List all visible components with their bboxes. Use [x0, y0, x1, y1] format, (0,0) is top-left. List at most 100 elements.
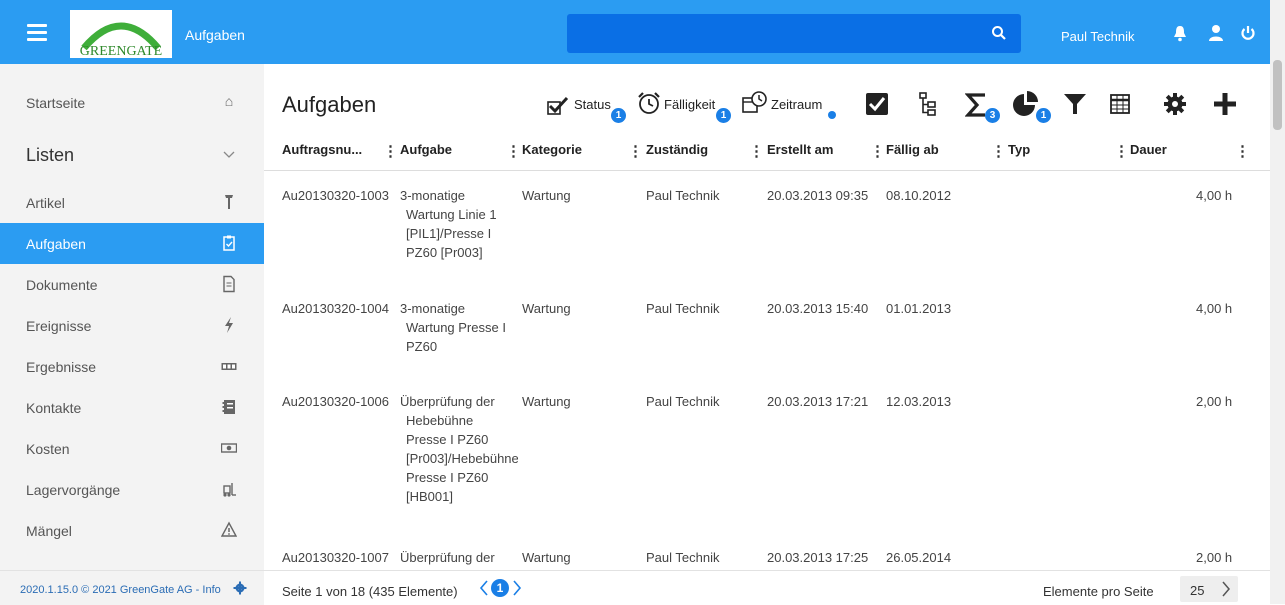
sidebar-item-kosten[interactable]: Kosten: [0, 428, 264, 469]
column-menu-icon[interactable]: ⋮: [506, 142, 521, 160]
app-title: Aufgaben: [185, 27, 245, 43]
cell-aufgabe-line: PZ60 [Pr003]: [406, 245, 483, 260]
column-menu-icon[interactable]: ⋮: [749, 142, 764, 160]
cell-erstellt-am: 20.03.2013 09:35: [767, 188, 869, 203]
column-header-dauer[interactable]: Dauer: [1130, 142, 1167, 157]
power-icon[interactable]: [1240, 24, 1256, 42]
add-plus-icon[interactable]: [1213, 92, 1237, 116]
table-row[interactable]: Au20130320-1006 Überprüfung der Hebebühn…: [264, 390, 1270, 520]
cell-aufgabe: Überprüfung der Hebebühne Presse I PZ60 …: [400, 392, 518, 506]
sidebar-item-artikel[interactable]: Artikel: [0, 182, 264, 223]
cell-erstellt-am: 20.03.2013 15:40: [767, 301, 869, 316]
cell-zustaendig: Paul Technik: [646, 188, 720, 203]
cell-auftragsnummer: Au20130320-1006: [282, 394, 389, 409]
status-checkmark-icon[interactable]: [546, 94, 572, 116]
column-menu-icon[interactable]: ⋮: [1114, 142, 1129, 160]
greengate-logo[interactable]: GREENGATE: [70, 10, 172, 58]
status-badge: 1: [611, 108, 626, 123]
vertical-scrollbar[interactable]: [1270, 0, 1285, 604]
cell-aufgabe-line: Überprüfung der: [400, 394, 495, 409]
per-page-select[interactable]: 25: [1180, 576, 1238, 602]
hierarchy-tree-icon[interactable]: [918, 91, 938, 117]
chart-badge: 1: [1036, 108, 1051, 123]
top-bar: GREENGATE Aufgaben Paul Technik: [0, 0, 1270, 64]
column-header-faellig-ab[interactable]: Fällig ab: [886, 142, 939, 157]
sidebar-item-lagervorgaenge[interactable]: Lagervorgänge: [0, 469, 264, 510]
sidebar-item-label: Artikel: [26, 195, 65, 211]
current-page-button[interactable]: 1: [491, 579, 509, 597]
table-row[interactable]: Au20130320-1003 3-monatige Wartung Linie…: [264, 184, 1270, 274]
column-header-typ[interactable]: Typ: [1008, 142, 1030, 157]
search-input[interactable]: [567, 14, 1021, 53]
cell-aufgabe-line: Wartung Linie 1: [406, 207, 497, 222]
column-header-erstellt-am[interactable]: Erstellt am: [767, 142, 833, 157]
prev-page-icon[interactable]: [478, 579, 490, 597]
sidebar-item-label: Mängel: [26, 523, 72, 539]
hamburger-menu-icon[interactable]: [27, 24, 47, 41]
cell-kategorie: Wartung: [522, 301, 571, 316]
check-square-icon[interactable]: [865, 92, 889, 116]
cell-zustaendig: Paul Technik: [646, 301, 720, 316]
column-header-auftragsnummer[interactable]: Auftragsnu...: [282, 142, 362, 157]
gear-icon[interactable]: [233, 581, 247, 595]
calendar-clock-icon[interactable]: [741, 90, 769, 116]
sidebar-item-ereignisse[interactable]: Ereignisse: [0, 305, 264, 346]
zeitraum-filter-button[interactable]: Zeitraum: [771, 97, 822, 112]
scrollbar-thumb[interactable]: [1273, 60, 1282, 130]
column-header-kategorie[interactable]: Kategorie: [522, 142, 582, 157]
page-title: Aufgaben: [282, 92, 377, 117]
column-header-zustaendig[interactable]: Zuständig: [646, 142, 708, 157]
cell-dauer: 2,00 h: [1196, 394, 1233, 409]
next-page-icon[interactable]: [511, 579, 523, 597]
bell-icon[interactable]: [1172, 24, 1188, 42]
cell-aufgabe-line: 3-monatige: [400, 301, 466, 316]
version-info-link[interactable]: 2020.1.15.0 © 2021 GreenGate AG - Info: [20, 584, 221, 596]
sidebar-item-kontakte[interactable]: Kontakte: [0, 387, 264, 428]
chevron-right-icon[interactable]: [1220, 579, 1232, 599]
status-filter-button[interactable]: Status: [574, 97, 611, 112]
column-menu-icon[interactable]: ⋮: [870, 142, 885, 160]
sum-badge: 3: [985, 108, 1000, 123]
sidebar-item-dokumente[interactable]: Dokumente: [0, 264, 264, 305]
sidebar-item-maengel[interactable]: Mängel: [0, 510, 264, 551]
cell-aufgabe: 3-monatige Wartung Presse I PZ60: [400, 299, 518, 356]
lightning-icon: [225, 317, 233, 333]
column-menu-icon[interactable]: ⋮: [1235, 142, 1250, 160]
column-header-aufgabe[interactable]: Aufgabe: [400, 142, 452, 157]
table-row[interactable]: Au20130320-1004 3-monatige Wartung Press…: [264, 297, 1270, 367]
filter-funnel-icon[interactable]: [1063, 92, 1087, 116]
sidebar: Startseite ⌂ Listen Artikel Aufgaben Dok…: [0, 64, 264, 570]
alarm-clock-icon[interactable]: [636, 90, 662, 116]
cell-kategorie: Wartung: [522, 188, 571, 203]
cell-faellig-ab: 12.03.2013: [886, 394, 952, 409]
column-menu-icon[interactable]: ⋮: [991, 142, 1006, 160]
user-icon[interactable]: [1208, 24, 1224, 42]
search-icon[interactable]: [991, 25, 1007, 41]
column-menu-icon[interactable]: ⋮: [383, 142, 398, 160]
sidebar-item-label: Dokumente: [26, 277, 98, 293]
cell-aufgabe-line: [HB001]: [406, 489, 453, 504]
sidebar-item-ergebnisse[interactable]: Ergebnisse: [0, 346, 264, 387]
address-book-icon: [222, 400, 235, 414]
sidebar-item-label: Listen: [26, 145, 75, 165]
per-page-label: Elemente pro Seite: [1043, 584, 1154, 599]
settings-gear-icon[interactable]: [1163, 92, 1187, 116]
table-row[interactable]: Au20130320-1007 Überprüfung der Wartung …: [264, 546, 1270, 570]
cell-auftragsnummer: Au20130320-1007: [282, 550, 389, 565]
table-columns-icon[interactable]: [1110, 94, 1130, 114]
cell-dauer: 4,00 h: [1196, 301, 1233, 316]
sidebar-item-aufgaben[interactable]: Aufgaben: [0, 223, 264, 264]
sidebar-item-label: Ergebnisse: [26, 359, 97, 375]
sidebar-item-startseite[interactable]: Startseite ⌂: [0, 82, 264, 123]
cell-aufgabe: 3-monatige Wartung Linie 1 [PIL1]/Presse…: [400, 186, 518, 262]
cell-auftragsnummer: Au20130320-1003: [282, 188, 389, 203]
sidebar-item-listen[interactable]: Listen: [0, 134, 264, 175]
user-name[interactable]: Paul Technik: [1061, 29, 1134, 44]
counter-icon: [221, 363, 237, 370]
sidebar-item-label: Ereignisse: [26, 318, 92, 334]
column-menu-icon[interactable]: ⋮: [628, 142, 643, 160]
money-icon: [221, 443, 237, 453]
faelligkeit-filter-button[interactable]: Fälligkeit: [664, 97, 715, 112]
zeitraum-indicator-dot: [828, 111, 836, 119]
per-page-value: 25: [1190, 583, 1205, 598]
